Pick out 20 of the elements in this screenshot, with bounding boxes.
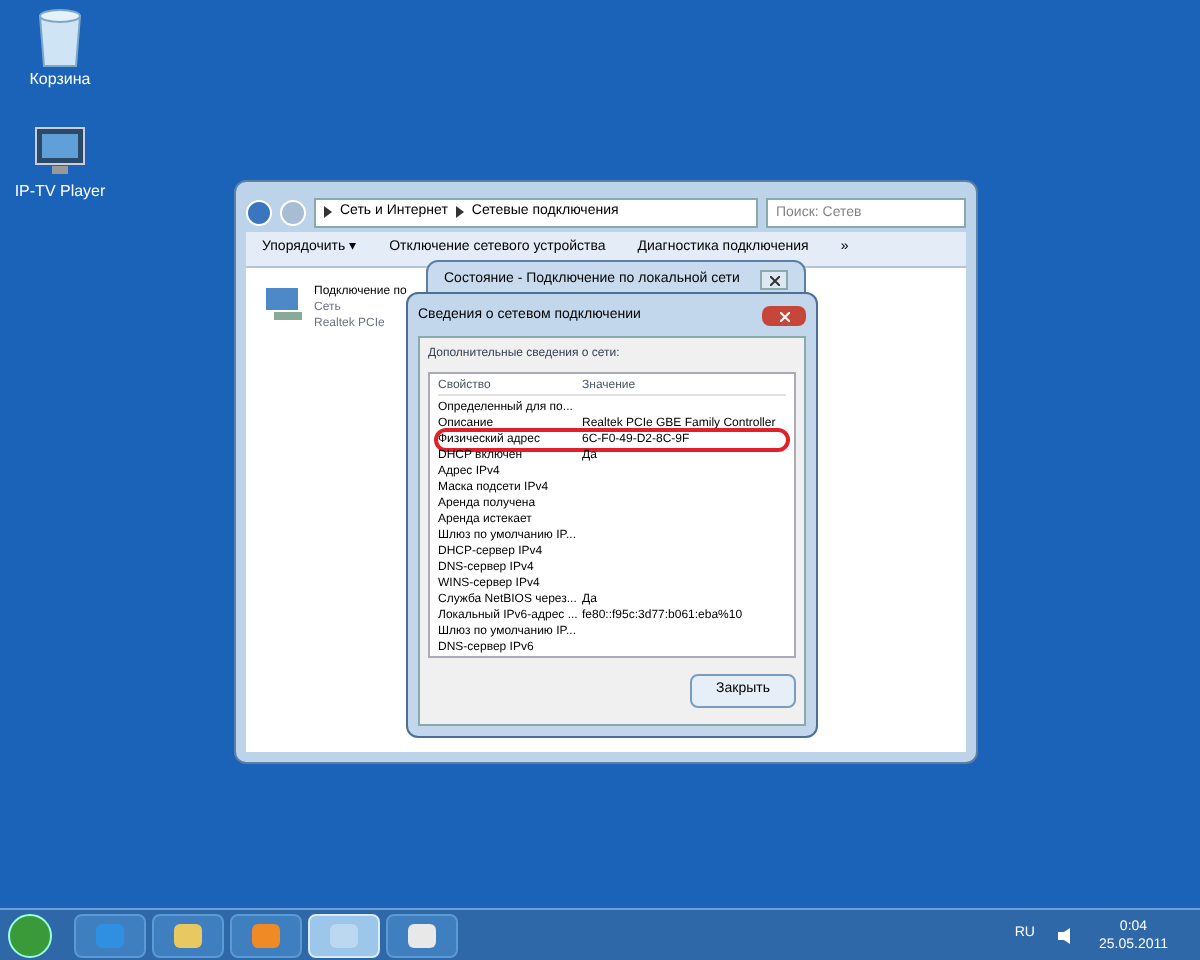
desktop-icon-label: Корзина <box>29 68 91 92</box>
taskbar-app-button[interactable] <box>152 913 224 957</box>
close-button[interactable] <box>760 270 788 291</box>
back-button[interactable] <box>246 199 272 225</box>
network-adapter-icon[interactable] <box>262 284 306 324</box>
close-icon <box>779 311 789 321</box>
app-icon <box>406 921 438 949</box>
close-icon <box>769 275 779 286</box>
app-icon <box>250 921 282 949</box>
start-button[interactable] <box>8 913 52 957</box>
recycle-bin-icon[interactable] <box>34 8 86 68</box>
app-icon <box>328 921 360 949</box>
close-button[interactable] <box>762 306 806 326</box>
taskbar-app-button[interactable] <box>386 913 458 957</box>
chevron-icon <box>455 206 464 218</box>
app-icon <box>172 921 204 949</box>
desktop-icon-label: IP-TV Player <box>14 180 106 204</box>
chevron-icon <box>324 206 332 218</box>
app-icon <box>94 921 126 949</box>
monitor-icon[interactable] <box>30 124 90 180</box>
